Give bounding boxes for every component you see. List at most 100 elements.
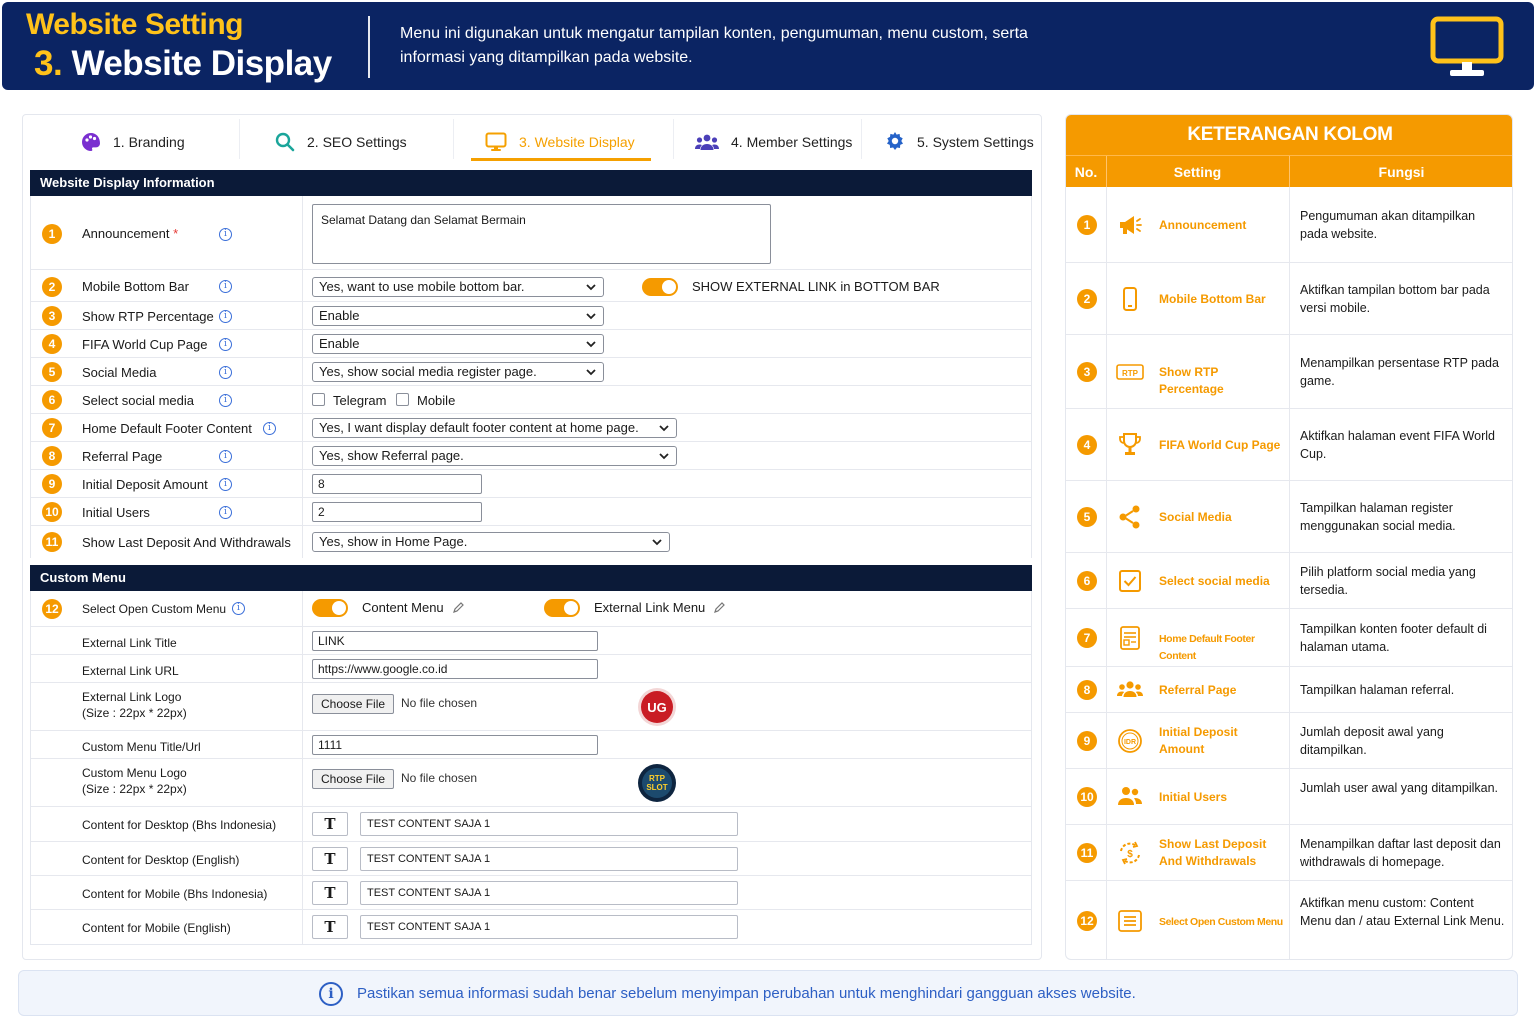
info-icon[interactable]: i: [219, 394, 232, 407]
tab-label: 5. System Settings: [917, 134, 1034, 150]
footer-content-select[interactable]: Yes, I want display default footer conte…: [312, 418, 677, 438]
legend-fungsi: Jumlah user awal yang ditampilkan.: [1300, 781, 1499, 795]
pencil-icon[interactable]: [713, 601, 726, 614]
pencil-icon[interactable]: [452, 601, 465, 614]
content-desktop-id-input[interactable]: TEST CONTENT SAJA 1: [360, 812, 738, 836]
users-icon: [1116, 783, 1144, 811]
info-icon[interactable]: i: [219, 338, 232, 351]
legend-row: 12 Select Open Custom Menu Aktifkan menu c…: [1066, 881, 1512, 959]
footer-note-text: Pastikan semua informasi sudah benar seb…: [357, 985, 1136, 1002]
form-row-mobile-bottom-bar: 2 Mobile Bottom Bar i Yes, want to use m…: [31, 270, 1031, 302]
external-link-url-input[interactable]: https://www.google.co.id: [312, 659, 598, 679]
legend-fungsi: Tampilkan halaman referral.: [1300, 683, 1455, 697]
field-label: Content for Desktop (Bhs Indonesia): [82, 818, 277, 832]
content-menu-toggle[interactable]: [312, 599, 348, 617]
document-icon: [1116, 624, 1144, 652]
legend-fungsi: Tampilkan konten footer default di halam…: [1300, 622, 1487, 654]
file-status: No file chosen: [401, 696, 478, 710]
tab-seo[interactable]: 2. SEO Settings: [275, 125, 407, 159]
text-format-button[interactable]: T: [312, 915, 348, 939]
fifa-select[interactable]: Enable: [312, 334, 604, 354]
content-mobile-id-input[interactable]: TEST CONTENT SAJA 1: [360, 881, 738, 905]
field-label: Content for Mobile (Bhs Indonesia): [82, 887, 268, 901]
column-divider: [1106, 263, 1107, 334]
legend-row: 7 Home Default Footer Content Tampilkan ko…: [1066, 609, 1512, 667]
external-link-toggle[interactable]: [642, 278, 678, 296]
column-divider: [1289, 335, 1290, 408]
social-media-select[interactable]: Yes, show social media register page.: [312, 362, 604, 382]
announcement-textarea[interactable]: Selamat Datang dan Selamat Bermain: [312, 204, 771, 264]
file-status: No file chosen: [401, 771, 478, 785]
referral-select[interactable]: Yes, show Referral page.: [312, 446, 677, 466]
choose-file-button[interactable]: Choose File: [312, 694, 395, 714]
external-link-title-input[interactable]: LINK: [312, 631, 598, 651]
form-row-initial-users: 10 Initial Users i 2: [31, 498, 1031, 526]
text-format-button[interactable]: T: [312, 812, 348, 836]
legend-number: 9: [1077, 731, 1097, 751]
column-divider: [1289, 409, 1290, 480]
form-row-content-desktop-en: Content for Desktop (English) T TEST CON…: [31, 842, 1031, 876]
column-divider: [1289, 667, 1290, 712]
tab-website-display[interactable]: 3. Website Display: [485, 125, 635, 159]
form-row-announcement: 1 Announcement * i Selamat Datang dan Se…: [31, 196, 1031, 270]
rtp-slot-logo: RTP SLOT: [638, 764, 676, 802]
legend-setting: Show RTP Percentage: [1159, 364, 1224, 396]
custom-menu-title-input[interactable]: 1111: [312, 735, 598, 755]
column-divider: [1289, 187, 1290, 262]
page-header: Website Setting 3. Website Display Menu …: [2, 2, 1534, 90]
content-mobile-en-input[interactable]: TEST CONTENT SAJA 1: [360, 915, 738, 939]
info-icon[interactable]: i: [219, 450, 232, 463]
column-divider: [1106, 609, 1107, 666]
checkbox-label: Telegram: [333, 393, 387, 408]
form-row-external-link-url: External Link URL https://www.google.co.…: [31, 655, 1031, 683]
info-icon[interactable]: i: [219, 228, 232, 241]
text-format-button[interactable]: T: [312, 881, 348, 905]
list-icon: [1116, 907, 1144, 935]
mobile-checkbox[interactable]: [396, 393, 409, 406]
column-header-setting: Setting: [1173, 164, 1222, 180]
content-desktop-en-input[interactable]: TEST CONTENT SAJA 1: [360, 847, 738, 871]
choose-file-button[interactable]: Choose File: [312, 769, 395, 789]
column-divider: [1289, 263, 1290, 334]
legend-fungsi: Tampilkan halaman register menggunakan s…: [1300, 501, 1456, 533]
info-icon[interactable]: i: [219, 478, 232, 491]
field-label: Initial Deposit Amount: [82, 477, 208, 492]
field-label: Custom Menu Title/Url: [82, 740, 201, 754]
legend-row: 8 Referral Page Tampilkan halaman referral…: [1066, 667, 1512, 713]
telegram-checkbox[interactable]: [312, 393, 325, 406]
form-row-content-mobile-id: Content for Mobile (Bhs Indonesia) T TES…: [31, 876, 1031, 910]
legend-number: 11: [1077, 843, 1097, 863]
info-icon[interactable]: i: [219, 506, 232, 519]
field-label: Content for Desktop (English): [82, 853, 240, 867]
tab-member-settings[interactable]: 4. Member Settings: [695, 125, 852, 159]
mobile-bottom-bar-select[interactable]: Yes, want to use mobile bottom bar.: [312, 277, 604, 297]
legend-number: 3: [1077, 362, 1097, 382]
info-icon[interactable]: i: [263, 422, 276, 435]
external-link-menu-toggle[interactable]: [544, 599, 580, 617]
field-label: Select Open Custom Menu: [82, 602, 227, 616]
tab-branding[interactable]: 1. Branding: [81, 125, 185, 159]
info-icon[interactable]: i: [219, 280, 232, 293]
tab-system-settings[interactable]: 5. System Settings: [885, 125, 1034, 159]
show-rtp-select[interactable]: Enable: [312, 306, 604, 326]
field-label: Mobile Bottom Bar: [82, 279, 189, 294]
legend-setting: Referral Page: [1159, 682, 1237, 697]
text-format-button[interactable]: T: [312, 847, 348, 871]
info-icon[interactable]: i: [232, 602, 245, 615]
smartphone-icon: [1116, 285, 1144, 313]
legend-setting: Show Last Deposit And Withdrawals: [1159, 837, 1267, 868]
info-icon[interactable]: i: [219, 310, 232, 323]
info-icon[interactable]: i: [219, 366, 232, 379]
refresh-money-icon: $: [1116, 839, 1144, 867]
legend-row: 11 $ Show Last Deposit And Withdrawals Mena…: [1066, 825, 1512, 881]
legend-setting: Initial Deposit Amount: [1159, 725, 1238, 756]
legend-number: 4: [1077, 435, 1097, 455]
field-label: Home Default Footer Content: [82, 421, 252, 436]
initial-users-input[interactable]: 2: [312, 502, 482, 522]
field-label: Show Last Deposit And Withdrawals: [82, 535, 291, 550]
last-deposit-select[interactable]: Yes, show in Home Page.: [312, 532, 670, 552]
svg-text:$: $: [1127, 849, 1133, 860]
form-row-referral: 8 Referral Page i Yes, show Referral pag…: [31, 442, 1031, 470]
initial-deposit-input[interactable]: 8: [312, 474, 482, 494]
ug-logo: UG: [638, 688, 676, 726]
